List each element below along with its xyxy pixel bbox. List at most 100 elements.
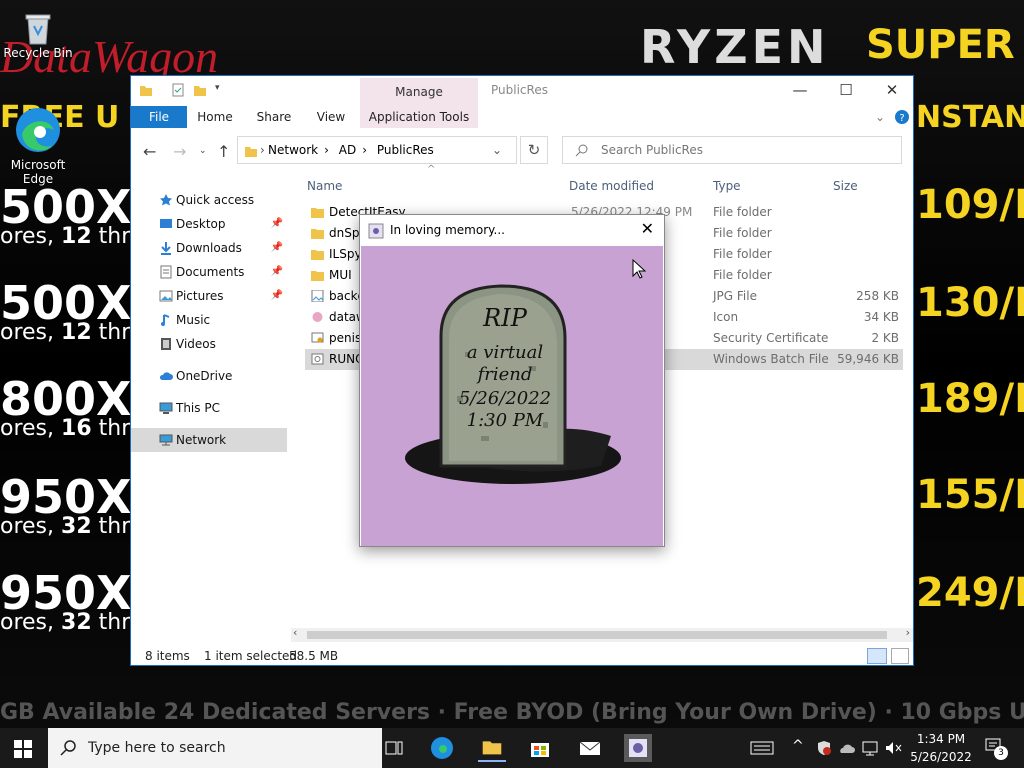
pin-icon[interactable]: 📌 — [271, 284, 283, 308]
breadcrumb-ad[interactable]: AD — [339, 143, 356, 157]
running-app-icon[interactable] — [624, 734, 652, 762]
wallpaper-ryzen: RYZEN — [640, 20, 830, 74]
properties-icon[interactable] — [171, 83, 185, 97]
file-type: Windows Batch File — [713, 352, 829, 366]
sidebar-item-label: Music — [176, 313, 211, 327]
sidebar-item-onedrive[interactable]: OneDrive — [131, 364, 287, 388]
dialog-content: RIP a virtual friend 5/26/2022 1:30 PM — [361, 246, 663, 546]
tombstone-rip: RIP — [482, 304, 528, 332]
new-folder-icon[interactable] — [193, 83, 207, 97]
breadcrumb[interactable]: › Network › AD › PublicRes ⌄ — [237, 136, 517, 164]
batch-file-icon — [311, 353, 324, 365]
window-title-bar[interactable]: ▾ Manage PublicRes — ☐ ✕ — [131, 76, 915, 106]
sidebar-item-this-pc[interactable]: This PC — [131, 396, 287, 420]
file-type: File folder — [713, 268, 772, 282]
cpu-price-5: 249/M — [916, 570, 1024, 616]
taskbar-search-box[interactable]: Type here to search — [48, 728, 382, 768]
cpu-price-3: 189/M — [916, 376, 1024, 422]
close-button[interactable]: ✕ — [869, 76, 915, 104]
volume-muted-icon[interactable] — [884, 740, 902, 756]
store-icon[interactable] — [526, 734, 554, 762]
back-button[interactable]: ← — [143, 142, 156, 161]
pin-icon[interactable]: 📌 — [271, 260, 283, 284]
column-header-name[interactable]: Name — [307, 174, 342, 198]
mail-icon[interactable] — [576, 734, 604, 762]
desktop-icon-edge[interactable]: Microsoft Edge — [2, 104, 74, 186]
clock-time: 1:34 PM — [916, 732, 966, 746]
column-header-size[interactable]: Size — [833, 174, 858, 198]
task-view-icon[interactable] — [380, 734, 408, 762]
tab-application-tools[interactable]: Application Tools — [360, 106, 478, 128]
help-icon[interactable]: ? — [893, 106, 911, 128]
maximize-button[interactable]: ☐ — [823, 76, 869, 104]
quick-access-folder-icon[interactable] — [139, 83, 153, 97]
sidebar-item-pictures[interactable]: Pictures 📌 — [131, 284, 287, 308]
manage-contextual-tab[interactable]: Manage — [360, 78, 478, 106]
desktop-icon — [160, 219, 172, 228]
refresh-button[interactable]: ↻ — [520, 136, 548, 164]
sidebar-item-downloads[interactable]: Downloads 📌 — [131, 236, 287, 260]
pin-icon[interactable]: 📌 — [271, 212, 283, 236]
breadcrumb-network[interactable]: Network — [268, 143, 318, 157]
status-size: 58.5 MB — [289, 649, 339, 663]
sidebar-item-videos[interactable]: Videos — [131, 332, 287, 356]
tombstone-time: 1:30 PM — [467, 410, 544, 431]
onedrive-cloud-icon[interactable] — [838, 740, 856, 756]
tab-share[interactable]: Share — [245, 106, 303, 128]
sidebar-item-label: Documents — [176, 265, 245, 279]
address-dropdown-icon[interactable]: ⌄ — [492, 137, 502, 163]
tab-file[interactable]: File — [131, 106, 187, 128]
details-view-icon[interactable] — [867, 648, 887, 664]
tombstone-line: a virtual — [467, 342, 544, 363]
system-clock[interactable]: 1:34 PM 5/26/2022 — [906, 730, 976, 766]
scroll-left-icon[interactable]: ‹ — [293, 626, 297, 639]
sidebar-item-label: Pictures — [176, 289, 224, 303]
horizontal-scrollbar[interactable]: ‹ › — [291, 626, 913, 642]
customize-toolbar-icon[interactable]: ▾ — [215, 83, 229, 97]
column-header-date[interactable]: Date modified — [569, 174, 654, 198]
status-bar: 8 items 1 item selected 58.5 MB — [131, 646, 913, 666]
column-header-type[interactable]: Type — [713, 174, 741, 198]
file-size: 34 KB — [863, 310, 899, 324]
dialog-close-button[interactable]: ✕ — [641, 219, 654, 238]
search-input[interactable]: Search PublicRes — [562, 136, 902, 164]
security-shield-icon[interactable] — [816, 740, 832, 756]
file-name: penis — [329, 331, 362, 345]
minimize-button[interactable]: — — [777, 76, 823, 104]
edge-icon[interactable] — [428, 734, 456, 762]
ico-file-icon — [312, 312, 323, 322]
tab-view[interactable]: View — [303, 106, 359, 128]
scroll-right-icon[interactable]: › — [906, 626, 910, 639]
address-bar-row: ← → ⌄ ↑ › Network › AD › PublicRes ⌄ ↻ Sea… — [131, 134, 913, 166]
notification-center-button[interactable]: 3 — [984, 736, 1008, 760]
forward-button[interactable]: → — [173, 142, 186, 161]
dialog-title-bar[interactable]: In loving memory... ✕ — [360, 215, 664, 246]
sidebar-item-desktop[interactable]: Desktop 📌 — [131, 212, 287, 236]
scrollbar-thumb[interactable] — [307, 631, 887, 639]
ribbon-expand-icon[interactable]: ⌄ — [873, 106, 887, 128]
pin-icon[interactable]: 📌 — [271, 236, 283, 260]
sidebar-item-quick-access[interactable]: Quick access — [131, 188, 287, 212]
show-hidden-icons-icon[interactable]: ^ — [792, 738, 804, 754]
large-icons-view-icon[interactable] — [891, 648, 909, 664]
network-status-icon[interactable] — [862, 740, 880, 756]
sidebar-item-label: Videos — [176, 337, 216, 351]
app-icon — [368, 223, 384, 239]
file-size: 2 KB — [871, 331, 899, 345]
search-placeholder: Search PublicRes — [601, 143, 703, 157]
tab-home[interactable]: Home — [187, 106, 243, 128]
file-type: Security Certificate — [713, 331, 829, 345]
file-type: Icon — [713, 310, 739, 324]
cloud-icon — [159, 372, 173, 380]
sidebar-item-documents[interactable]: Documents 📌 — [131, 260, 287, 284]
keyboard-icon[interactable] — [750, 740, 774, 756]
start-button[interactable] — [14, 740, 32, 758]
desktop-icon-recycle-bin[interactable]: Recycle Bin — [2, 8, 74, 60]
taskbar-search-placeholder: Type here to search — [88, 740, 226, 756]
file-explorer-taskbar-icon[interactable] — [478, 734, 506, 762]
sidebar-item-network[interactable]: Network — [131, 428, 287, 452]
sidebar-item-music[interactable]: Music — [131, 308, 287, 332]
recent-locations-icon[interactable]: ⌄ — [199, 146, 207, 156]
up-button[interactable]: ↑ — [217, 142, 230, 161]
breadcrumb-publicres[interactable]: PublicRes — [377, 143, 434, 157]
